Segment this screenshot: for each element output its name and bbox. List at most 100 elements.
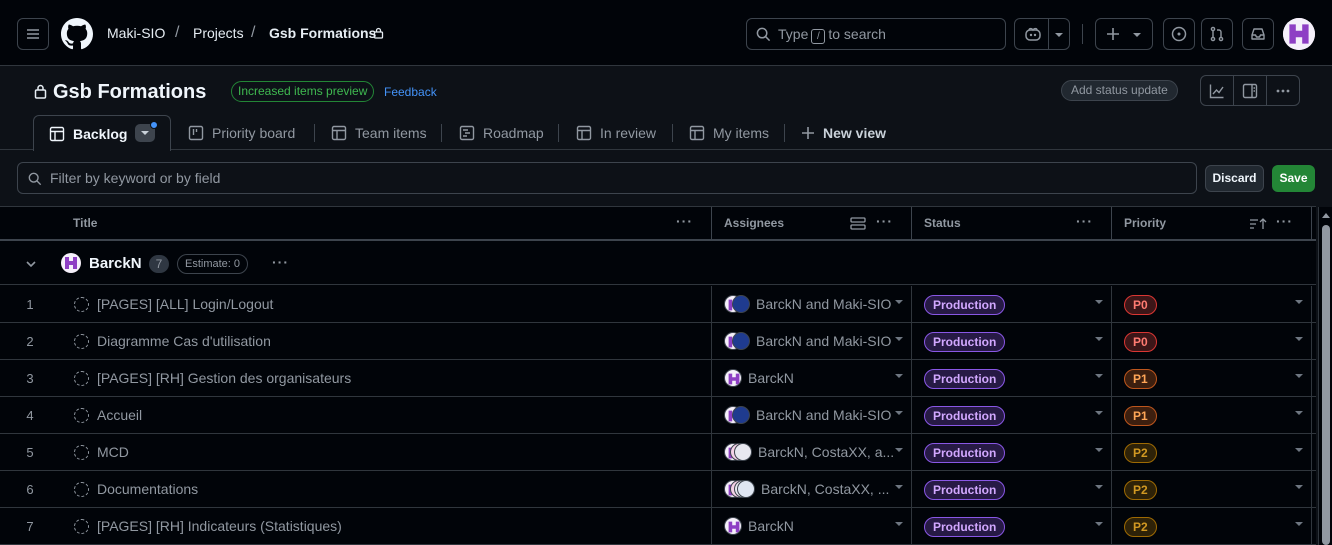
column-header-title[interactable]: Title ··· (0, 207, 712, 241)
item-title[interactable]: MCD (97, 444, 129, 460)
tab-backlog[interactable]: Backlog (33, 115, 171, 151)
dropdown-caret-icon[interactable] (895, 337, 903, 341)
issues-button[interactable] (1163, 18, 1195, 50)
table-row[interactable]: 7 [PAGES] [RH] Indicateurs (Statistiques… (0, 508, 1316, 545)
tab-team-items[interactable]: Team items (331, 115, 427, 150)
pull-requests-button[interactable] (1201, 18, 1233, 50)
vertical-scrollbar[interactable] (1318, 207, 1332, 545)
table-row[interactable]: 2 Diagramme Cas d'utilisation BarckN and… (0, 323, 1316, 360)
dropdown-caret-icon[interactable] (1295, 300, 1303, 304)
feedback-link[interactable]: Feedback (384, 85, 437, 99)
inbox-button[interactable] (1242, 18, 1274, 50)
dropdown-caret-icon[interactable] (895, 448, 903, 452)
save-button[interactable]: Save (1272, 165, 1315, 192)
column-header-status[interactable]: Status ··· (912, 207, 1112, 241)
assignees-cell[interactable]: BarckN and Maki-SIO (724, 405, 891, 425)
priority-badge[interactable]: P0 (1124, 332, 1157, 352)
tab-priority-board[interactable]: Priority board (188, 115, 295, 150)
priority-badge[interactable]: P2 (1124, 517, 1157, 537)
dropdown-caret-icon[interactable] (895, 522, 903, 526)
status-badge[interactable]: Production (924, 443, 1006, 463)
dropdown-caret-icon[interactable] (1295, 448, 1303, 452)
dropdown-caret-icon[interactable] (895, 485, 903, 489)
view-options-button[interactable] (135, 121, 158, 142)
scroll-up-arrow-icon[interactable] (1322, 212, 1330, 218)
copilot-button[interactable] (1014, 18, 1070, 50)
priority-badge[interactable]: P1 (1124, 406, 1157, 426)
dropdown-caret-icon[interactable] (1295, 522, 1303, 526)
table-row[interactable]: 1 [PAGES] [ALL] Login/Logout BarckN and … (0, 286, 1316, 323)
dropdown-caret-icon[interactable] (1095, 522, 1103, 526)
item-title[interactable]: Documentations (97, 481, 198, 497)
dropdown-caret-icon[interactable] (895, 411, 903, 415)
scrollbar-thumb[interactable] (1322, 225, 1330, 545)
table-row[interactable]: 5 MCD BarckN, CostaXX, a... Production P… (0, 434, 1316, 471)
search-input[interactable]: Type / to search (746, 18, 1006, 50)
new-view-button[interactable]: New view (801, 115, 886, 150)
dropdown-caret-icon[interactable] (1295, 485, 1303, 489)
priority-badge[interactable]: P1 (1124, 369, 1157, 389)
tab-in-review[interactable]: In review (576, 115, 656, 150)
status-badge[interactable]: Production (924, 369, 1006, 389)
create-new-button[interactable] (1095, 18, 1153, 50)
discard-button[interactable]: Discard (1205, 165, 1264, 192)
insights-button[interactable] (1201, 76, 1234, 105)
status-badge[interactable]: Production (924, 406, 1006, 426)
priority-badge[interactable]: P0 (1124, 295, 1157, 315)
assignees-cell[interactable]: BarckN, CostaXX, a... (724, 442, 894, 462)
priority-badge[interactable]: P2 (1124, 480, 1157, 500)
assignees-cell[interactable]: BarckN and Maki-SIO (724, 331, 891, 351)
kebab-horizontal-icon[interactable]: ··· (272, 254, 289, 270)
status-badge[interactable]: Production (924, 480, 1006, 500)
item-title[interactable]: [PAGES] [ALL] Login/Logout (97, 296, 273, 312)
more-options-button[interactable] (1267, 76, 1299, 105)
kebab-horizontal-icon[interactable]: ··· (1276, 213, 1293, 229)
filter-input[interactable]: Filter by keyword or by field (17, 162, 1197, 194)
item-title[interactable]: Diagramme Cas d'utilisation (97, 333, 271, 349)
dropdown-caret-icon[interactable] (895, 300, 903, 304)
status-badge[interactable]: Production (924, 517, 1006, 537)
breadcrumb-owner[interactable]: Maki-SIO (107, 25, 165, 41)
chevron-down-icon[interactable] (25, 259, 37, 269)
menu-button[interactable] (17, 18, 49, 50)
user-avatar[interactable] (1283, 18, 1315, 50)
item-title[interactable]: [PAGES] [RH] Gestion des organisateurs (97, 370, 351, 386)
kebab-horizontal-icon[interactable]: ··· (1076, 213, 1093, 229)
item-title[interactable]: [PAGES] [RH] Indicateurs (Statistiques) (97, 518, 342, 534)
assignees-cell[interactable]: BarckN and Maki-SIO (724, 294, 891, 314)
dropdown-caret-icon[interactable] (1095, 300, 1103, 304)
github-logo-icon[interactable] (61, 18, 93, 50)
tab-roadmap[interactable]: Roadmap (459, 115, 544, 150)
item-title[interactable]: Accueil (97, 407, 142, 423)
status-badge[interactable]: Production (924, 295, 1006, 315)
table-row[interactable]: 3 [PAGES] [RH] Gestion des organisateurs… (0, 360, 1316, 397)
kebab-horizontal-icon[interactable]: ··· (876, 213, 893, 229)
side-panel-button[interactable] (1234, 76, 1267, 105)
tab-my-items[interactable]: My items (689, 115, 769, 150)
add-status-update-button[interactable]: Add status update (1061, 80, 1178, 101)
dropdown-caret-icon[interactable] (1295, 411, 1303, 415)
priority-badge[interactable]: P2 (1124, 443, 1157, 463)
table-row[interactable]: 4 Accueil BarckN and Maki-SIO Production… (0, 397, 1316, 434)
breadcrumb-project[interactable]: Gsb Formations (269, 25, 376, 41)
chevron-down-icon (1055, 33, 1063, 37)
dropdown-caret-icon[interactable] (1095, 337, 1103, 341)
dropdown-caret-icon[interactable] (1095, 485, 1103, 489)
dropdown-caret-icon[interactable] (1095, 448, 1103, 452)
cell-divider (1311, 360, 1312, 397)
column-header-assignees[interactable]: Assignees ··· (712, 207, 912, 241)
column-header-priority[interactable]: Priority ··· (1112, 207, 1316, 241)
dropdown-caret-icon[interactable] (1295, 337, 1303, 341)
assignees-cell[interactable]: BarckN, CostaXX, ... (724, 479, 889, 499)
assignees-cell[interactable]: BarckN (724, 516, 794, 536)
breadcrumb-projects[interactable]: Projects (193, 25, 244, 41)
dropdown-caret-icon[interactable] (1095, 411, 1103, 415)
dropdown-caret-icon[interactable] (1095, 374, 1103, 378)
assignees-cell[interactable]: BarckN (724, 368, 794, 388)
dropdown-caret-icon[interactable] (895, 374, 903, 378)
tab-divider (441, 124, 442, 142)
table-row[interactable]: 6 Documentations BarckN, CostaXX, ... Pr… (0, 471, 1316, 508)
dropdown-caret-icon[interactable] (1295, 374, 1303, 378)
status-badge[interactable]: Production (924, 332, 1006, 352)
kebab-horizontal-icon[interactable]: ··· (676, 213, 693, 229)
